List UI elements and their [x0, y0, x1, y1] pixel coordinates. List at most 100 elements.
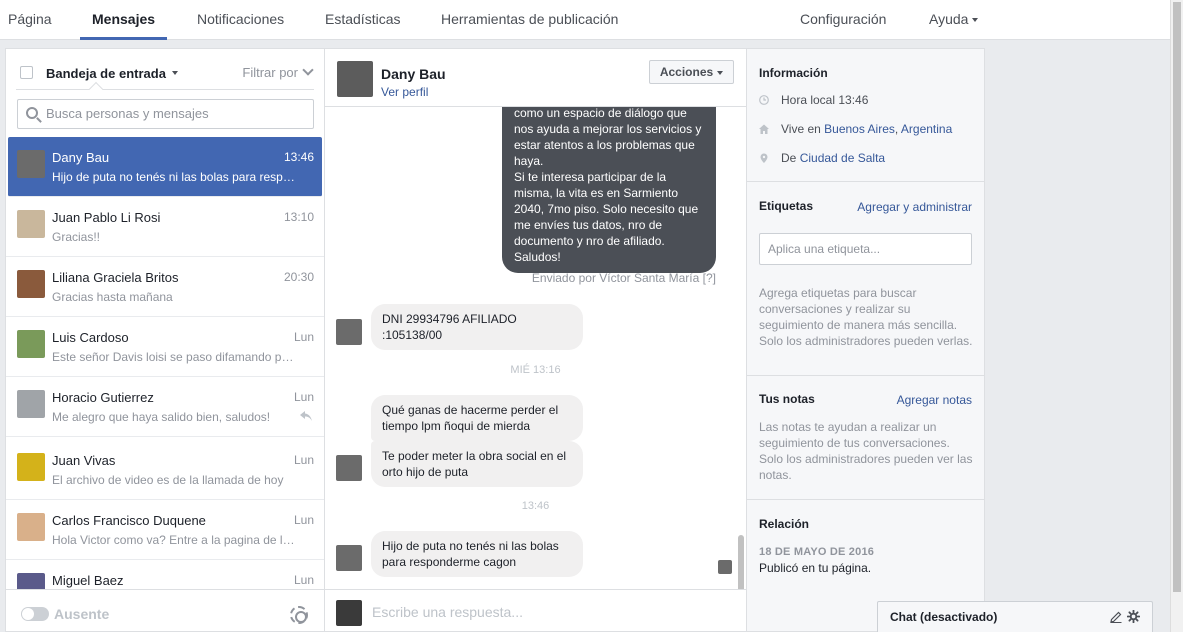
page-scrollbar-thumb[interactable]	[1173, 2, 1181, 592]
reply-input[interactable]	[372, 604, 672, 620]
conversation-name: Juan Pablo Li Rosi	[52, 210, 161, 225]
tab-estadisticas[interactable]: Estadísticas	[325, 0, 400, 40]
from-prefix: De	[781, 151, 797, 165]
conversation-time: 20:30	[283, 270, 314, 284]
inbox-panel: Bandeja de entrada Filtrar por Dany Bau …	[5, 48, 325, 632]
tab-pagina[interactable]: Página	[8, 0, 52, 40]
home-icon	[759, 124, 769, 134]
lives-prefix: Vive en	[781, 122, 821, 136]
notes-help: Las notas te ayudan a realizar un seguim…	[759, 420, 973, 482]
from-city-link[interactable]: Ciudad de Salta	[800, 151, 885, 165]
sent-by-help[interactable]: [?]	[703, 271, 716, 285]
inbox-header: Bandeja de entrada Filtrar por	[6, 49, 324, 99]
conversation-time: Lun	[293, 573, 314, 587]
labels-section: Etiquetas Agregar y administrar Agrega e…	[747, 182, 984, 376]
conversation-name: Horacio Gutierrez	[52, 390, 154, 405]
lives-separator: ,	[894, 122, 899, 136]
clock-icon	[759, 95, 769, 105]
caret-down-icon	[717, 70, 724, 75]
page-scrollbar[interactable]	[1170, 0, 1183, 632]
tab-notificaciones[interactable]: Notificaciones	[197, 0, 284, 40]
conversation-name: Dany Bau	[52, 150, 110, 165]
caret-down-icon[interactable]	[172, 71, 178, 75]
actions-label: Acciones	[659, 65, 714, 79]
gear-icon[interactable]	[1127, 610, 1140, 623]
conversation-item[interactable]: Juan Pablo Li Rosi Gracias!! 13:10	[6, 197, 324, 257]
info-panel: Información Hora local 13:46 Vive en Bue…	[746, 48, 985, 632]
add-notes-link[interactable]: Agregar notas	[897, 393, 972, 407]
thread-scrollbar[interactable]	[738, 535, 744, 591]
help-menu[interactable]: Ayuda	[929, 0, 979, 40]
conversation-item[interactable]: Juan Vivas El archivo de video es de la …	[6, 437, 324, 500]
conversation-item[interactable]: Miguel Baez Lun	[6, 560, 324, 589]
view-profile-link[interactable]: Ver perfil	[381, 85, 428, 99]
away-label: Ausente	[54, 606, 110, 622]
labels-manage-link[interactable]: Agregar y administrar	[857, 200, 972, 214]
label-input[interactable]	[768, 242, 963, 256]
conversation-snippet: El archivo de video es de la llamada de …	[52, 473, 284, 487]
actions-button[interactable]: Acciones	[649, 60, 734, 84]
avatar	[17, 390, 45, 418]
conversation-snippet: Hola Victor como va? Entre a la pagina d…	[52, 533, 297, 547]
relation-text: Publicó en tu página.	[759, 561, 872, 575]
filter-dropdown[interactable]: Filtrar por	[242, 64, 314, 80]
inbox-title[interactable]: Bandeja de entrada	[46, 66, 166, 81]
conversation-item[interactable]: Luis Cardoso Este señor Davis loisi se p…	[6, 317, 324, 377]
labels-title: Etiquetas	[759, 199, 814, 213]
thread-panel: Dany Bau Ver perfil Acciones como un esp…	[325, 48, 860, 632]
conversation-list[interactable]: Dany Bau Hijo de puta no tenés ni las bo…	[6, 137, 324, 589]
lives-city-link[interactable]: Buenos Aires	[824, 122, 895, 136]
message-list[interactable]: como un espacio de diálogo que nos ayuda…	[325, 107, 746, 591]
label-input-box[interactable]	[759, 233, 972, 265]
info-title: Información	[759, 66, 828, 80]
avatar	[17, 210, 45, 238]
select-all-checkbox[interactable]	[20, 66, 33, 79]
tab-herramientas[interactable]: Herramientas de publicación	[441, 0, 618, 40]
inbox-footer: Ausente	[6, 589, 324, 631]
conversation-snippet: Gracias!!	[52, 230, 101, 244]
tab-mensajes[interactable]: Mensajes	[80, 0, 168, 40]
timestamp-divider: MIÉ 13:16	[510, 364, 561, 376]
incoming-message: Hijo de puta no tenés ni las bolas para …	[371, 531, 583, 577]
relation-date: 18 DE MAYO DE 2016	[759, 546, 875, 558]
response-settings-icon[interactable]	[290, 606, 308, 624]
away-toggle[interactable]	[21, 607, 49, 621]
search-input[interactable]	[46, 106, 306, 121]
avatar	[17, 150, 45, 178]
search-box[interactable]	[17, 99, 314, 129]
avatar	[336, 319, 362, 345]
conversation-time: Lun	[293, 390, 314, 404]
edit-icon[interactable]	[1110, 611, 1122, 623]
conversation-time: Lun	[293, 513, 314, 527]
avatar	[17, 573, 45, 589]
labels-help: Agrega etiquetas para buscar conversacio…	[759, 286, 973, 348]
incoming-message: Qué ganas de hacerme perder el tiempo lp…	[371, 395, 583, 441]
conversation-time: Lun	[293, 453, 314, 467]
thread-header: Dany Bau Ver perfil Acciones	[325, 49, 746, 107]
conversation-name: Liliana Graciela Britos	[52, 270, 179, 285]
notes-title: Tus notas	[759, 392, 815, 406]
avatar	[17, 330, 45, 358]
reply-icon	[300, 411, 312, 421]
outgoing-message-text: como un espacio de diálogo que nos ayuda…	[514, 107, 702, 264]
thread-contact-name[interactable]: Dany Bau	[381, 66, 446, 82]
chat-bar[interactable]: Chat (desactivado)	[877, 601, 1153, 632]
help-label: Ayuda	[929, 11, 969, 27]
conversation-item[interactable]: Carlos Francisco Duquene Hola Victor com…	[6, 500, 324, 560]
settings-link[interactable]: Configuración	[800, 0, 886, 40]
avatar	[17, 513, 45, 541]
conversation-item[interactable]: Liliana Graciela Britos Gracias hasta ma…	[6, 257, 324, 317]
conversation-name: Carlos Francisco Duquene	[52, 513, 206, 528]
incoming-message: Te poder meter la obra social en el orto…	[371, 441, 583, 487]
avatar[interactable]	[337, 61, 373, 97]
incoming-message: DNI 29934796 AFILIADO :105138/00	[371, 304, 583, 350]
lives-country-link[interactable]: Argentina	[901, 122, 952, 136]
outgoing-message: como un espacio de diálogo que nos ayuda…	[502, 107, 716, 273]
conversation-time: 13:46	[283, 150, 314, 164]
avatar	[336, 600, 362, 626]
conversation-item[interactable]: Dany Bau Hijo de puta no tenés ni las bo…	[8, 137, 322, 197]
avatar	[17, 270, 45, 298]
sent-by-text: Enviado por Víctor Santa María	[531, 271, 700, 285]
conversation-item[interactable]: Horacio Gutierrez Me alegro que haya sal…	[6, 377, 324, 437]
read-receipt-avatar	[718, 560, 732, 574]
